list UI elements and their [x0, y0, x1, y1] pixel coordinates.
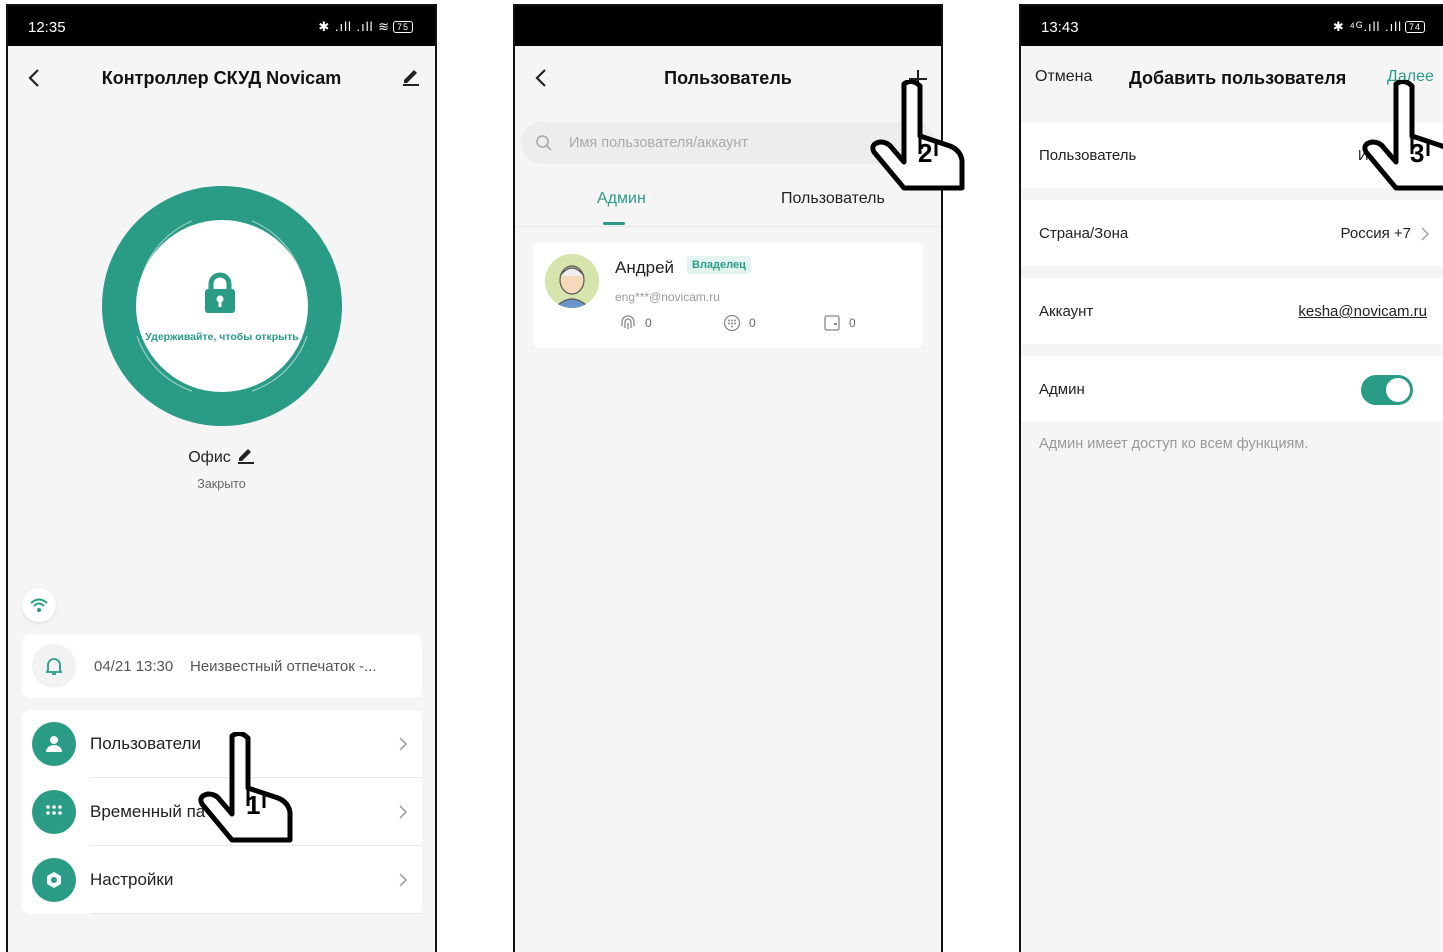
field-label: Страна/Зона [1039, 225, 1129, 242]
step-number: 2 [918, 138, 933, 168]
status-bar: 13:43 ✱ ⁴ᴳ.ıll .ıll 74 [1021, 6, 1443, 46]
admin-hint-text: Админ имеет доступ ко всем функциям. [1039, 436, 1309, 452]
keypad-icon [723, 314, 741, 332]
menu-item-label: Пользователи [90, 734, 201, 753]
place-name-label: Офис [188, 449, 231, 466]
status-time: 13:43 [1041, 19, 1079, 36]
edit-pencil-icon[interactable] [401, 66, 421, 86]
notification-text: Неизвестный отпечаток -... [190, 658, 377, 675]
country-zone-field[interactable]: Страна/Зона Россия +7 [1021, 200, 1443, 266]
menu-item-settings[interactable]: Настройки [22, 846, 422, 914]
nav-bar: Контроллер СКУД Novicam [8, 46, 435, 106]
lock-state: Закрыто [197, 477, 246, 491]
field-label: Аккаунт [1039, 303, 1094, 320]
avatar [545, 254, 599, 308]
chevron-right-icon [1421, 227, 1429, 241]
page-title: Добавить пользователя [1129, 68, 1347, 88]
step-number: 3 [1410, 138, 1425, 168]
notification-card[interactable]: 04/21 13:30 Неизвестный отпечаток -... [22, 634, 422, 698]
keypad-icon [32, 790, 76, 834]
status-time: 12:35 [28, 19, 66, 36]
status-bar [515, 6, 941, 46]
divider [515, 226, 941, 227]
field-label: Админ [1039, 381, 1085, 398]
divider [90, 913, 422, 914]
owner-badge: Владелец [687, 256, 751, 274]
wifi-status-button[interactable] [22, 588, 56, 622]
hold-to-open-text: Удерживайте, чтобы открыть [145, 331, 299, 343]
country-zone-value: Россия +7 [1340, 225, 1411, 242]
edit-pencil-icon[interactable] [237, 446, 255, 464]
menu-item-label: Временный па [90, 802, 206, 821]
card-count: 0 [824, 315, 856, 331]
admin-toggle[interactable] [1361, 375, 1413, 405]
bell-icon-bubble [32, 644, 76, 688]
password-count: 0 [723, 314, 756, 332]
fingerprint-count-value: 0 [645, 316, 652, 330]
user-email: eng***@novicam.ru [615, 290, 720, 304]
account-value: kesha@novicam.ru [1298, 303, 1427, 320]
notification-time: 04/21 13:30 [94, 658, 174, 675]
status-icons: ✱ .ıll .ıll ≋ 75 [318, 19, 413, 35]
card-count-value: 0 [849, 316, 856, 330]
admin-field: Админ [1021, 356, 1443, 422]
page-title: Контроллер СКУД Novicam [101, 68, 342, 88]
unlock-button[interactable]: Удерживайте, чтобы открыть [102, 186, 342, 426]
user-icon [32, 722, 76, 766]
tab-admin[interactable]: Админ [597, 190, 646, 208]
bell-icon [45, 658, 63, 675]
battery-icon: 75 [392, 21, 413, 33]
status-icons: ✱ ⁴ᴳ.ıll .ıll 74 [1333, 19, 1425, 35]
password-count-value: 0 [749, 316, 756, 330]
status-bar: 12:35 ✱ .ıll .ıll ≋ 75 [8, 6, 435, 46]
active-tab-indicator [603, 222, 625, 225]
search-placeholder: Имя пользователя/аккаунт [569, 135, 748, 151]
pointing-hand-icon-step-1: 1 [198, 730, 298, 844]
user-card[interactable]: Андрей Владелец eng***@novicam.ru 0 0 0 [533, 242, 923, 348]
pointing-hand-icon-step-3: 3 [1362, 80, 1443, 192]
fingerprint-count: 0 [621, 315, 652, 330]
pointing-hand-icon-step-2: 2 [870, 78, 970, 192]
account-field[interactable]: Аккаунт kesha@novicam.ru [1021, 278, 1443, 344]
fingerprint-icon [621, 315, 635, 329]
wifi-icon [30, 598, 48, 612]
lock-icon [205, 272, 235, 313]
user-name: Андрей [615, 258, 675, 277]
tab-user[interactable]: Пользователь [781, 190, 885, 208]
signal-icons: ✱ .ıll .ıll ≋ [318, 19, 390, 34]
battery-icon: 74 [1404, 21, 1425, 33]
step-number: 1 [246, 790, 261, 820]
cancel-button[interactable]: Отмена [1035, 68, 1092, 86]
chevron-right-icon [399, 873, 408, 887]
signal-icons: ✱ ⁴ᴳ.ıll .ıll [1332, 19, 1402, 34]
settings-icon [32, 858, 76, 902]
place-name: Офис [8, 446, 435, 467]
toggle-knob [1386, 378, 1410, 402]
chevron-right-icon [399, 805, 408, 819]
menu-item-label: Настройки [90, 870, 174, 889]
search-icon [536, 135, 552, 151]
field-label: Пользователь [1039, 147, 1137, 164]
card-icon [824, 315, 840, 331]
chevron-right-icon [399, 737, 408, 751]
